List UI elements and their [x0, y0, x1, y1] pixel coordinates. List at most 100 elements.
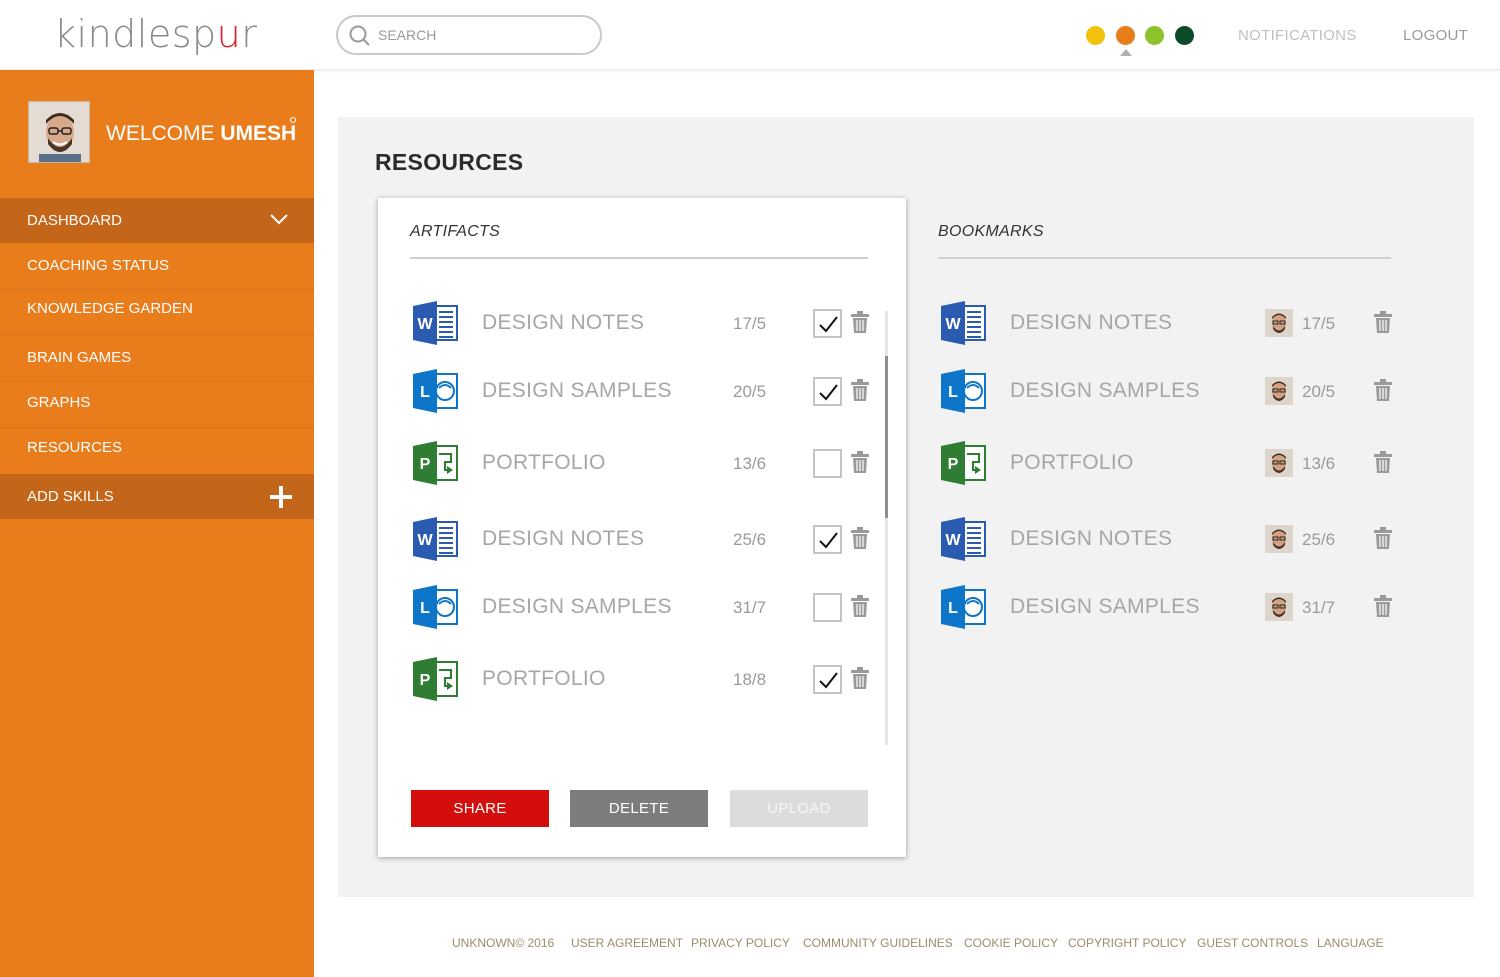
trash-icon[interactable] [1374, 311, 1392, 333]
trash-icon[interactable] [1374, 379, 1392, 401]
bookmark-date: 20/5 [1302, 382, 1336, 401]
page-title: RESOURCES [375, 149, 524, 175]
sidebar-item-coaching-status[interactable]: COACHING STATUS [0, 243, 314, 288]
logo-text-suffix: r [241, 12, 258, 56]
logout-link[interactable]: LOGOUT [1403, 27, 1468, 44]
lync-doc-icon: L [939, 368, 987, 414]
sidebar-item-graphs[interactable]: GRAPHS [0, 381, 314, 426]
sidebar-item-label: GRAPHS [27, 394, 91, 411]
trash-icon[interactable] [851, 451, 869, 473]
bookmarks-title: BOOKMARKS [938, 223, 1044, 240]
artifact-checkbox[interactable] [813, 665, 842, 694]
footer-guest-controls-link[interactable]: GUEST CONTROLS [1197, 936, 1308, 950]
artifact-name[interactable]: DESIGN NOTES [482, 311, 644, 335]
search-icon [349, 25, 370, 46]
sidebar-item-add-skills[interactable]: ADD SKILLS [0, 474, 314, 519]
online-status-icon [290, 117, 296, 123]
sidebar: WELCOME UMESH DASHBOARD COACHING STATUS … [0, 70, 314, 977]
artifact-name[interactable]: DESIGN SAMPLES [482, 595, 672, 619]
bookmark-name[interactable]: DESIGN SAMPLES [1010, 595, 1200, 619]
artifact-date: 18/8 [733, 670, 767, 689]
sidebar-item-label: ADD SKILLS [27, 488, 114, 505]
footer-cookie-policy-link[interactable]: COOKIE POLICY [964, 936, 1058, 950]
search-input[interactable] [378, 25, 588, 45]
sidebar-item-label: RESOURCES [27, 439, 123, 456]
bookmark-date: 13/6 [1302, 454, 1336, 473]
sidebar-item-brain-games[interactable]: BRAIN GAMES [0, 334, 314, 381]
svg-text:L: L [948, 600, 958, 617]
artifact-date: 25/6 [733, 530, 767, 549]
word-doc-icon: W [411, 516, 459, 562]
svg-text:W: W [945, 532, 961, 549]
sidebar-item-label: BRAIN GAMES [27, 349, 132, 366]
footer-copyright-policy-link[interactable]: COPYRIGHT POLICY [1068, 936, 1186, 950]
word-doc-icon: W [939, 516, 987, 562]
search-box[interactable] [336, 15, 602, 55]
artifact-checkbox[interactable] [813, 593, 842, 622]
trash-icon[interactable] [851, 379, 869, 401]
artifact-name[interactable]: PORTFOLIO [482, 667, 606, 691]
theme-dot-yellow[interactable] [1086, 26, 1105, 45]
upload-button[interactable]: UPLOAD [730, 790, 868, 827]
svg-text:L: L [948, 384, 958, 401]
artifact-name[interactable]: DESIGN NOTES [482, 527, 644, 551]
trash-icon[interactable] [851, 311, 869, 333]
notifications-link[interactable]: NOTIFICATIONS [1238, 27, 1357, 44]
artifacts-divider [410, 257, 868, 259]
artifact-checkbox[interactable] [813, 449, 842, 478]
footer-privacy-policy-link[interactable]: PRIVACY POLICY [691, 936, 790, 950]
artifact-name[interactable]: PORTFOLIO [482, 451, 606, 475]
artifact-checkbox[interactable] [813, 377, 842, 406]
svg-text:W: W [417, 532, 433, 549]
bookmark-name[interactable]: DESIGN NOTES [1010, 311, 1172, 335]
svg-text:W: W [945, 316, 961, 333]
bookmark-date: 25/6 [1302, 530, 1336, 549]
trash-icon[interactable] [851, 595, 869, 617]
bookmark-owner-avatar [1265, 309, 1293, 337]
footer-language-link[interactable]: LANGUAGE [1317, 936, 1384, 950]
sidebar-item-dashboard[interactable]: DASHBOARD [0, 198, 314, 243]
svg-text:P: P [420, 672, 431, 689]
checkmark-icon [819, 672, 838, 689]
artifact-checkbox[interactable] [813, 309, 842, 338]
checkmark-icon [819, 316, 838, 333]
welcome-message: WELCOME UMESH [106, 122, 296, 146]
theme-dot-orange[interactable] [1116, 26, 1135, 45]
theme-dot-green[interactable] [1145, 26, 1164, 45]
sidebar-item-knowledge-garden[interactable]: KNOWLEDGE GARDEN [0, 289, 314, 334]
bookmark-name[interactable]: DESIGN NOTES [1010, 527, 1172, 551]
lync-doc-icon: L [939, 584, 987, 630]
plus-icon[interactable] [270, 486, 292, 508]
user-name: UMESH [220, 122, 297, 145]
footer-community-guidelines-link[interactable]: COMMUNITY GUIDELINES [803, 936, 953, 950]
bookmark-owner-avatar [1265, 525, 1293, 553]
svg-text:W: W [417, 316, 433, 333]
trash-icon[interactable] [851, 527, 869, 549]
avatar[interactable] [28, 101, 90, 163]
sidebar-item-label: DASHBOARD [27, 212, 123, 229]
theme-dot-dark-green[interactable] [1175, 26, 1194, 45]
bookmark-name[interactable]: PORTFOLIO [1010, 451, 1134, 475]
trash-icon[interactable] [1374, 595, 1392, 617]
project-doc-icon: P [411, 440, 459, 486]
delete-button[interactable]: DELETE [570, 790, 708, 827]
artifacts-scrollbar-thumb[interactable] [885, 356, 888, 518]
chevron-down-icon[interactable] [270, 213, 288, 225]
lync-doc-icon: L [411, 584, 459, 630]
bookmark-name[interactable]: DESIGN SAMPLES [1010, 379, 1200, 403]
share-button[interactable]: SHARE [411, 790, 549, 827]
sidebar-item-label: KNOWLEDGE GARDEN [27, 300, 193, 317]
checkmark-icon [819, 532, 838, 549]
trash-icon[interactable] [851, 667, 869, 689]
svg-text:P: P [420, 456, 431, 473]
svg-text:L: L [420, 384, 430, 401]
artifact-name[interactable]: DESIGN SAMPLES [482, 379, 672, 403]
footer-user-agreement-link[interactable]: USER AGREEMENT [571, 936, 683, 950]
user-photo-icon [29, 102, 89, 162]
trash-icon[interactable] [1374, 527, 1392, 549]
sidebar-item-resources[interactable]: RESOURCES [0, 427, 314, 472]
artifact-checkbox[interactable] [813, 525, 842, 554]
trash-icon[interactable] [1374, 451, 1392, 473]
kindlespur-logo[interactable]: kindlespur [54, 12, 257, 56]
project-doc-icon: P [411, 656, 459, 702]
